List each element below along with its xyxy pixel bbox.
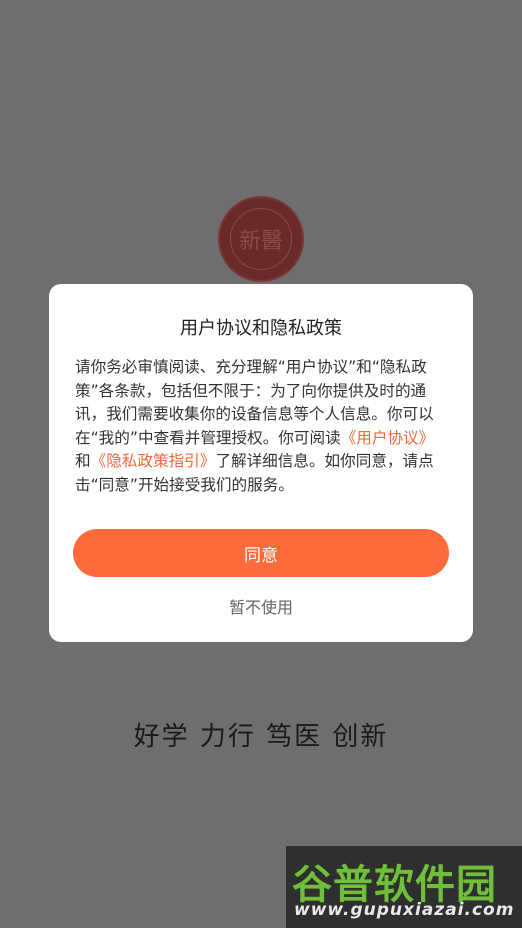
user-agreement-link[interactable]: 《用户协议》 bbox=[341, 429, 435, 447]
decline-button[interactable]: 暂不使用 bbox=[49, 594, 473, 618]
splash-motto: 好学 力行 笃医 创新 bbox=[133, 722, 389, 752]
dialog-body-text-2: 和 bbox=[75, 452, 91, 470]
watermark-url: www.gupuxiazai.com bbox=[294, 900, 515, 920]
site-watermark: 谷普软件园 www.gupuxiazai.com bbox=[286, 846, 522, 928]
privacy-guide-link[interactable]: 《隐私政策指引》 bbox=[91, 452, 216, 470]
app-logo-glyph: 新醫 bbox=[230, 208, 292, 270]
dialog-body: 请你务必审慎阅读、充分理解“用户协议”和“隐私政策”各条款，包括但不限于：为了向… bbox=[75, 356, 447, 497]
privacy-dialog: 用户协议和隐私政策 请你务必审慎阅读、充分理解“用户协议”和“隐私政策”各条款，… bbox=[49, 284, 473, 642]
dialog-title: 用户协议和隐私政策 bbox=[180, 318, 342, 339]
agree-button[interactable]: 同意 bbox=[73, 529, 449, 577]
app-logo-seal: 新醫 bbox=[218, 196, 304, 282]
